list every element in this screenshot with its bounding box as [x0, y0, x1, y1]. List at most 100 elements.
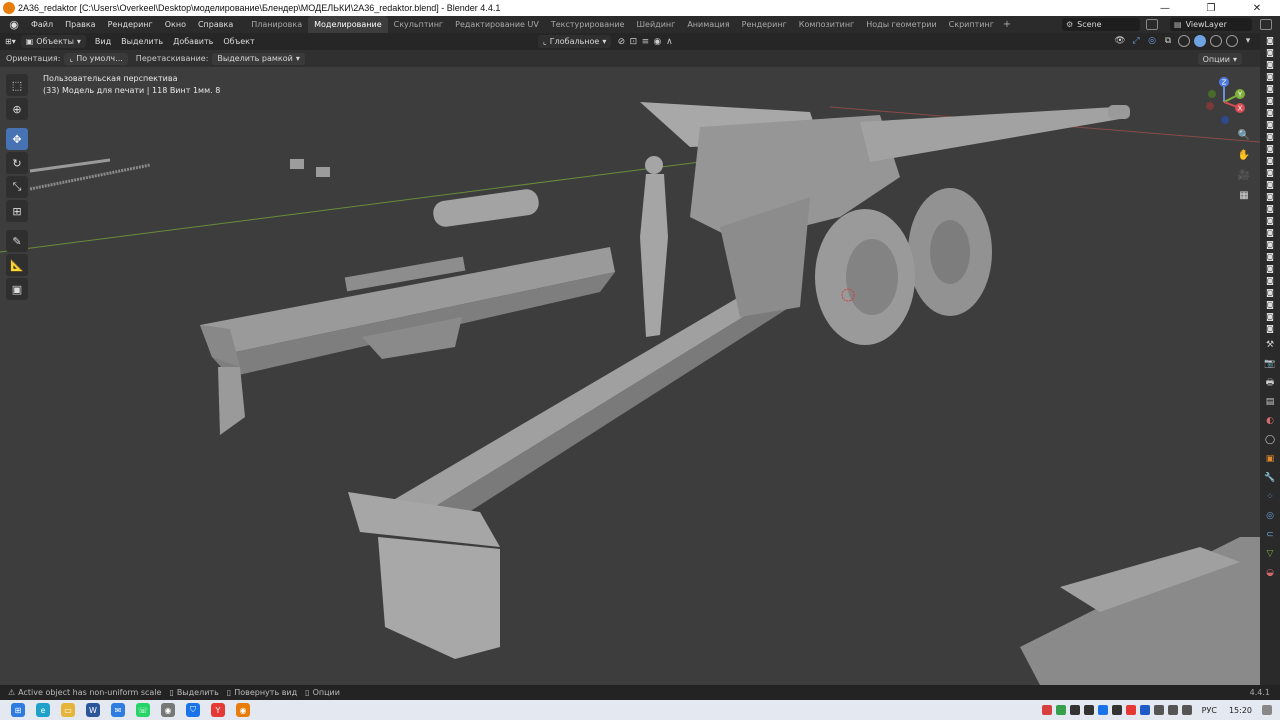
modifier-properties-icon[interactable]: 🔧 — [1263, 471, 1277, 485]
drag-dropdown[interactable]: Выделить рамкой ▾ — [212, 52, 305, 65]
menu-window[interactable]: Окно — [159, 16, 192, 33]
annotate-tool-icon[interactable]: ✎ — [6, 230, 28, 252]
camera-visibility-icon[interactable]: ◙ — [1264, 48, 1276, 57]
snap-icon[interactable]: ⊡ — [627, 36, 639, 48]
add-workspace-icon[interactable]: + — [1000, 19, 1014, 30]
material-properties-icon[interactable]: ◒ — [1263, 566, 1277, 580]
menu-file[interactable]: Файл — [25, 16, 59, 33]
github-icon[interactable]: ◉ — [161, 703, 175, 717]
world-properties-icon[interactable]: ◯ — [1263, 433, 1277, 447]
menu-help[interactable]: Справка — [192, 16, 239, 33]
measure-tool-icon[interactable]: 📐 — [6, 254, 28, 276]
scene-selector[interactable]: ⚙ Scene — [1062, 18, 1140, 31]
camera-visibility-icon[interactable]: ◙ — [1264, 324, 1276, 333]
scene-properties-icon[interactable]: ◐ — [1263, 414, 1277, 428]
start-icon[interactable]: ⊞ — [11, 703, 25, 717]
material-shading-icon[interactable] — [1210, 35, 1222, 47]
transform-orientation-dropdown[interactable]: ⌞ Глобальное ▾ — [538, 35, 612, 48]
tray-app-icon[interactable] — [1111, 705, 1122, 715]
camera-visibility-icon[interactable]: ◙ — [1264, 312, 1276, 321]
rotate-tool-icon[interactable]: ↻ — [6, 152, 28, 174]
visibility-icon[interactable]: 👁 — [1114, 35, 1126, 47]
new-view-layer-icon[interactable] — [1260, 19, 1272, 30]
network-icon[interactable] — [1167, 705, 1178, 715]
tab-layout[interactable]: Планировка — [245, 16, 308, 33]
camera-visibility-icon[interactable]: ◙ — [1264, 252, 1276, 261]
minimize-icon[interactable]: — — [1142, 0, 1188, 16]
add-cube-tool-icon[interactable]: ▣ — [6, 278, 28, 300]
view-layer-selector[interactable]: ▤ ViewLayer — [1170, 18, 1252, 31]
overlay-toggle-icon[interactable]: ◎ — [1146, 35, 1158, 47]
move-tool-icon[interactable]: ✥ — [6, 128, 28, 150]
tab-texture-paint[interactable]: Текстурирование — [545, 16, 631, 33]
3d-viewport[interactable]: Пользовательская перспектива (33) Модель… — [0, 67, 1260, 685]
camera-visibility-icon[interactable]: ◙ — [1264, 228, 1276, 237]
camera-visibility-icon[interactable]: ◙ — [1264, 84, 1276, 93]
options-dropdown[interactable]: Опции ▾ — [1197, 53, 1242, 65]
pan-hand-icon[interactable]: ✋ — [1236, 148, 1252, 164]
tab-shading[interactable]: Шейдинг — [630, 16, 681, 33]
camera-visibility-icon[interactable]: ◙ — [1264, 288, 1276, 297]
data-properties-icon[interactable]: ▽ — [1263, 547, 1277, 561]
notifications-icon[interactable] — [1262, 705, 1272, 715]
tool-properties-icon[interactable]: ⚒ — [1263, 338, 1277, 352]
object-properties-icon[interactable]: ▣ — [1263, 452, 1277, 466]
menu-edit[interactable]: Правка — [59, 16, 101, 33]
camera-visibility-icon[interactable]: ◙ — [1264, 108, 1276, 117]
camera-visibility-icon[interactable]: ◙ — [1264, 36, 1276, 45]
camera-visibility-icon[interactable]: ◙ — [1264, 60, 1276, 69]
physics-properties-icon[interactable]: ◎ — [1263, 509, 1277, 523]
green-app-icon[interactable] — [1055, 705, 1066, 715]
camera-visibility-icon[interactable]: ◙ — [1264, 120, 1276, 129]
constraints-properties-icon[interactable]: ⊂ — [1263, 528, 1277, 542]
view-layer-properties-icon[interactable]: ▤ — [1263, 395, 1277, 409]
xray-toggle-icon[interactable]: ⧉ — [1162, 35, 1174, 47]
close-icon[interactable]: ✕ — [1234, 0, 1280, 16]
camera-visibility-icon[interactable]: ◙ — [1264, 216, 1276, 225]
tab-sculpting[interactable]: Скульптинг — [388, 16, 450, 33]
yandex-tray-icon[interactable] — [1125, 705, 1136, 715]
transform-tool-icon[interactable]: ⊞ — [6, 200, 28, 222]
tray-app-icon[interactable] — [1083, 705, 1094, 715]
cursor-tool-icon[interactable]: ⊕ — [6, 98, 28, 120]
gizmo-toggle-icon[interactable]: ⤢ — [1130, 35, 1142, 47]
orientation-dropdown[interactable]: ⌞ По умолч... — [64, 52, 128, 65]
word-icon[interactable]: W — [86, 703, 100, 717]
tab-scripting[interactable]: Скриптинг — [943, 16, 1000, 33]
menu-view[interactable]: Вид — [90, 34, 116, 49]
camera-visibility-icon[interactable]: ◙ — [1264, 276, 1276, 285]
camera-visibility-icon[interactable]: ◙ — [1264, 144, 1276, 153]
antivirus-icon[interactable] — [1041, 705, 1052, 715]
tab-uv-editing[interactable]: Редактирование UV — [449, 16, 545, 33]
camera-visibility-icon[interactable]: ◙ — [1264, 204, 1276, 213]
blender-logo-icon[interactable]: ◉ — [6, 18, 22, 32]
vpn-icon[interactable]: ⛉ — [186, 703, 200, 717]
edge-icon[interactable]: e — [36, 703, 50, 717]
menu-render[interactable]: Рендеринг — [102, 16, 159, 33]
chevron-down-icon[interactable]: ▾ — [1242, 35, 1254, 47]
particles-properties-icon[interactable]: ⁘ — [1263, 490, 1277, 504]
output-properties-icon[interactable]: 🖶 — [1263, 376, 1277, 390]
menu-add[interactable]: Добавить — [168, 34, 218, 49]
camera-visibility-icon[interactable]: ◙ — [1264, 240, 1276, 249]
camera-visibility-icon[interactable]: ◙ — [1264, 300, 1276, 309]
whatsapp-icon[interactable]: ☏ — [136, 703, 150, 717]
tab-rendering[interactable]: Рендеринг — [736, 16, 793, 33]
camera-visibility-icon[interactable]: ◙ — [1264, 192, 1276, 201]
file-explorer-icon[interactable]: ▭ — [61, 703, 75, 717]
ortho-grid-icon[interactable]: ▦ — [1236, 188, 1252, 204]
messenger-icon[interactable]: ✉ — [111, 703, 125, 717]
render-properties-icon[interactable]: 📷 — [1263, 357, 1277, 371]
rendered-shading-icon[interactable] — [1226, 35, 1238, 47]
tab-modeling[interactable]: Моделирование — [308, 16, 388, 33]
navigation-gizmo[interactable]: Z Y X — [1198, 74, 1250, 130]
vpn-tray-icon[interactable] — [1097, 705, 1108, 715]
solid-shading-icon[interactable] — [1194, 35, 1206, 47]
tab-geometry-nodes[interactable]: Ноды геометрии — [860, 16, 942, 33]
yandex-icon[interactable]: Y — [211, 703, 225, 717]
volume-icon[interactable] — [1181, 705, 1192, 715]
snap-target-icon[interactable]: ≡ — [639, 36, 651, 48]
mode-dropdown[interactable]: ▣ Объекты ▾ — [20, 35, 86, 48]
blender-taskbar-icon[interactable]: ◉ — [236, 703, 250, 717]
wireframe-shading-icon[interactable] — [1178, 35, 1190, 47]
